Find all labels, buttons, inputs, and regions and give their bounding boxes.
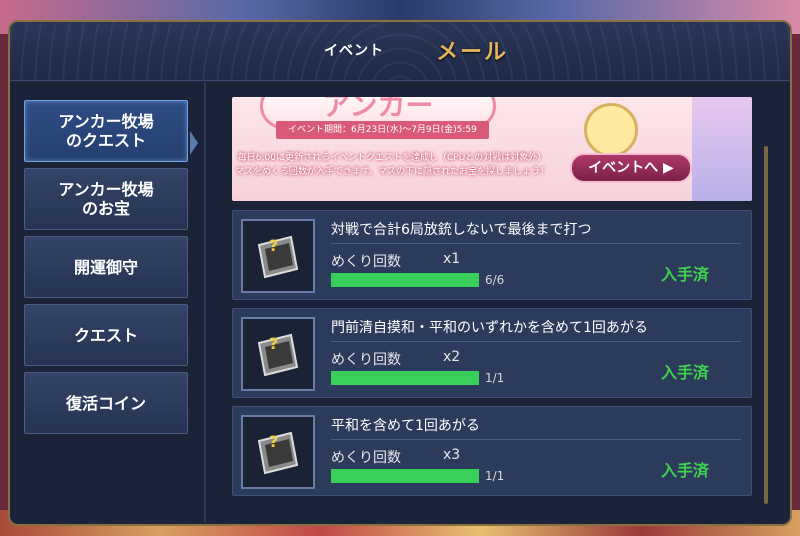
progress-bar: [331, 469, 479, 483]
sidebar-divider: [204, 82, 206, 522]
divider: [331, 243, 741, 244]
sidebar-item-label: クエスト: [73, 325, 138, 345]
sidebar-item-anchor-ranch-quest[interactable]: アンカー牧場 のクエスト: [24, 100, 188, 162]
sidebar-item-label: アンカー牧場: [58, 112, 154, 131]
quest-title: 対戦で合計6局放銃しないで最後まで打つ: [331, 222, 592, 238]
sidebar-item-label: のお宝: [81, 199, 130, 218]
status-badge: 入手済: [661, 265, 710, 284]
quest-title: 平和を含めて1回あがる: [331, 418, 480, 434]
progress-text: 1/1: [485, 469, 505, 483]
status-badge: 入手済: [661, 461, 710, 480]
sidebar-item-lucky-charm[interactable]: 開運御守: [24, 236, 188, 298]
reward-label: めくり回数: [331, 352, 401, 368]
quest-title: 門前清自摸和・平和のいずれかを含めて1回あがる: [331, 320, 648, 336]
quest-card: ? 門前清自摸和・平和のいずれかを含めて1回あがる めくり回数 x2 1/1 入…: [232, 308, 752, 398]
reward-item-icon: ?: [241, 317, 315, 391]
reward-label: めくり回数: [331, 450, 401, 466]
reward-multiplier: x1: [443, 251, 461, 267]
progress-text: 6/6: [485, 273, 505, 287]
sidebar-item-label: 開運御守: [73, 257, 138, 277]
svg-text:?: ?: [269, 236, 278, 255]
divider: [331, 341, 741, 342]
reward-multiplier: x2: [443, 349, 461, 365]
panel-header: イベント メール: [10, 22, 790, 81]
reward-item-icon: ?: [241, 415, 315, 489]
tab-mail[interactable]: メール: [436, 34, 508, 66]
event-banner[interactable]: アンカー イベント期間：6月23日(水)～7月9日(金)5:59 毎日6:00に…: [232, 97, 752, 201]
banner-period: イベント期間：6月23日(水)～7月9日(金)5:59: [276, 121, 489, 139]
banner-description-line: 毎日6:00に更新されるイベントクエストを達成し（CPUとの対戦は対象外）: [237, 153, 547, 163]
sidebar-item-quest[interactable]: クエスト: [24, 304, 188, 366]
quest-card: ? 対戦で合計6局放銃しないで最後まで打つ めくり回数 x1 6/6 入手済: [232, 210, 752, 300]
tab-event[interactable]: イベント: [324, 40, 384, 60]
sidebar-item-label: のクエスト: [65, 131, 146, 150]
banner-description: 毎日6:00に更新されるイベントクエストを達成し（CPUとの対戦は対象外） マス…: [232, 151, 552, 179]
progress-fill: [331, 371, 479, 385]
reward-label: めくり回数: [331, 254, 401, 270]
sidebar-item-label: アンカー牧場: [58, 180, 154, 199]
progress-bar: [331, 371, 479, 385]
active-indicator-icon: [190, 131, 198, 155]
status-badge: 入手済: [661, 363, 710, 382]
banner-decoration-icon: [584, 103, 638, 157]
progress-text: 1/1: [485, 371, 505, 385]
scrollbar[interactable]: [764, 146, 768, 504]
reward-item-icon: ?: [241, 219, 315, 293]
progress-bar: [331, 273, 479, 287]
progress-fill: [331, 469, 479, 483]
banner-character-art: [692, 97, 752, 201]
event-panel: イベント メール アンカー牧場 のクエスト アンカー牧場 のお宝 開運御守 クエ…: [8, 20, 792, 526]
svg-text:?: ?: [269, 334, 278, 353]
svg-text:?: ?: [269, 432, 278, 451]
progress-fill: [331, 273, 479, 287]
divider: [331, 439, 741, 440]
header-wave-pattern: [10, 22, 790, 80]
sidebar-item-revival-coin[interactable]: 復活コイン: [24, 372, 188, 434]
sidebar-item-label: 復活コイン: [65, 393, 146, 413]
banner-description-line: マスをめくる回数が入手できます。マスの下に隠されたお宝を探しましょう！: [235, 167, 549, 177]
quest-card: ? 平和を含めて1回あがる めくり回数 x3 1/1 入手済: [232, 406, 752, 496]
reward-multiplier: x3: [443, 447, 461, 463]
sidebar-item-anchor-ranch-treasure[interactable]: アンカー牧場 のお宝: [24, 168, 188, 230]
go-to-event-button[interactable]: イベントへ ▶: [570, 153, 692, 183]
